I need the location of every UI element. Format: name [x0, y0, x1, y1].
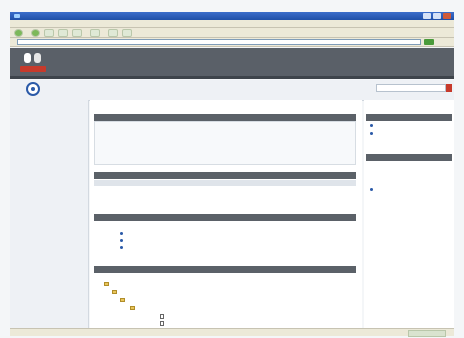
panel-header: [94, 172, 356, 179]
tree-node[interactable]: [130, 306, 137, 310]
announcement-panel: [94, 121, 356, 165]
page-title-strip: [10, 80, 454, 101]
logo-figure-icon: [24, 53, 31, 63]
app-logo[interactable]: [20, 51, 46, 75]
browser-toolbar: [10, 28, 454, 38]
browser-window: [0, 0, 464, 338]
list-item[interactable]: [120, 232, 125, 235]
go-button[interactable]: [424, 39, 434, 45]
panel-header: [94, 214, 356, 221]
rsb-header: [366, 154, 452, 161]
close-button[interactable]: [443, 13, 451, 19]
tree-node[interactable]: [112, 290, 119, 294]
bullet-icon: [120, 239, 123, 242]
panel-header: [94, 114, 356, 121]
favorites-button[interactable]: [90, 28, 100, 37]
folder-icon: [130, 306, 135, 310]
bullet-icon: [120, 232, 123, 235]
rsb-link[interactable]: [370, 132, 375, 135]
tree-node[interactable]: [160, 321, 166, 326]
rsb-link[interactable]: [370, 188, 375, 191]
security-zone: [408, 330, 446, 337]
logo-figure-icon: [34, 53, 41, 63]
browser-icon: [14, 14, 20, 18]
tree-node[interactable]: [160, 314, 166, 319]
refresh-button[interactable]: [58, 28, 68, 37]
address-input[interactable]: [17, 39, 421, 45]
bullet-icon: [370, 188, 373, 191]
bullet-icon: [370, 132, 373, 135]
search-button[interactable]: [446, 84, 452, 92]
folder-icon: [104, 282, 109, 286]
media-button[interactable]: [108, 28, 118, 37]
window-titlebar: [10, 12, 454, 20]
tree-node[interactable]: [104, 282, 111, 286]
document-icon: [160, 314, 164, 319]
maximize-button[interactable]: [433, 13, 441, 19]
right-sidebar: [364, 100, 454, 328]
logo-text: [20, 66, 46, 72]
tree-node[interactable]: [120, 298, 127, 302]
header-divider: [10, 76, 454, 79]
main-content: [90, 100, 362, 328]
back-button[interactable]: [14, 28, 23, 37]
table-row[interactable]: [94, 187, 356, 194]
app-header: [10, 48, 454, 78]
menu-bar: [10, 20, 454, 28]
rsb-link[interactable]: [370, 124, 375, 127]
status-bar: [10, 328, 454, 337]
search-input[interactable]: [376, 84, 446, 92]
table-header: [94, 180, 356, 186]
bullet-icon: [120, 246, 123, 249]
address-bar: [10, 38, 454, 47]
minimize-button[interactable]: [423, 13, 431, 19]
mail-button[interactable]: [122, 28, 132, 37]
bullet-icon: [370, 124, 373, 127]
folder-icon: [120, 298, 125, 302]
page-type-icon: [26, 82, 40, 96]
left-sidebar: [10, 100, 89, 328]
document-icon: [160, 321, 164, 326]
rsb-header: [366, 114, 452, 121]
folder-icon: [112, 290, 117, 294]
stop-button[interactable]: [44, 28, 54, 37]
list-item[interactable]: [120, 239, 125, 242]
window-controls: [423, 13, 451, 19]
list-item[interactable]: [120, 246, 125, 249]
panel-header: [94, 266, 356, 273]
forward-button[interactable]: [31, 28, 40, 37]
home-button[interactable]: [72, 28, 82, 37]
